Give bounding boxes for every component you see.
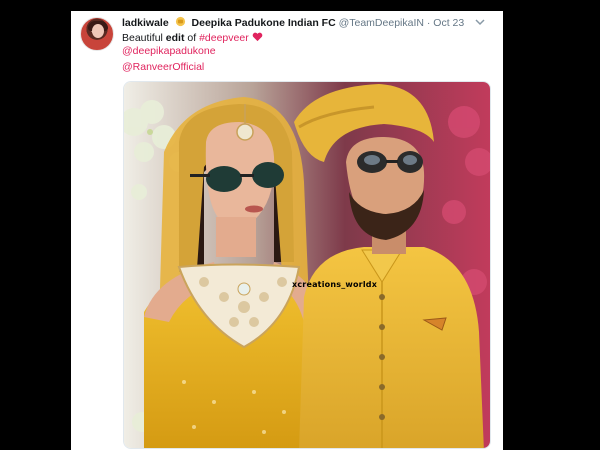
account-handle[interactable]: @TeamDeepikaIN xyxy=(339,17,424,29)
text-of: of xyxy=(187,32,197,44)
mention-link-ranveer[interactable]: @RanveerOfficial xyxy=(122,61,204,73)
separator: · xyxy=(426,17,431,29)
emoji-icon xyxy=(175,16,185,27)
heart-icon xyxy=(252,32,262,42)
tweet-card: ladkiwale Deepika Padukone Indian FC @Te… xyxy=(71,11,503,450)
image-watermark: xcreations_worldx xyxy=(292,280,378,289)
chevron-down-icon[interactable] xyxy=(474,16,486,28)
avatar[interactable] xyxy=(80,17,114,51)
hashtag-link[interactable]: #deepveer xyxy=(199,32,249,44)
text-bold: edit xyxy=(165,32,185,44)
tweet-image[interactable]: xcreations_worldx xyxy=(123,81,491,449)
mention-link-deepika[interactable]: @deepikapadukone xyxy=(122,45,216,57)
timestamp[interactable]: Oct 23 xyxy=(433,17,464,29)
tweet-text: Beautiful edit of #deepveer xyxy=(122,31,263,46)
account-name[interactable]: Deepika Padukone Indian FC xyxy=(192,17,336,29)
author-name[interactable]: ladkiwale xyxy=(122,17,169,29)
tweet-image-illustration xyxy=(124,82,490,448)
tweet-header: ladkiwale Deepika Padukone Indian FC @Te… xyxy=(122,16,492,32)
text-plain: Beautiful xyxy=(122,32,163,44)
avatar-face xyxy=(92,24,104,38)
